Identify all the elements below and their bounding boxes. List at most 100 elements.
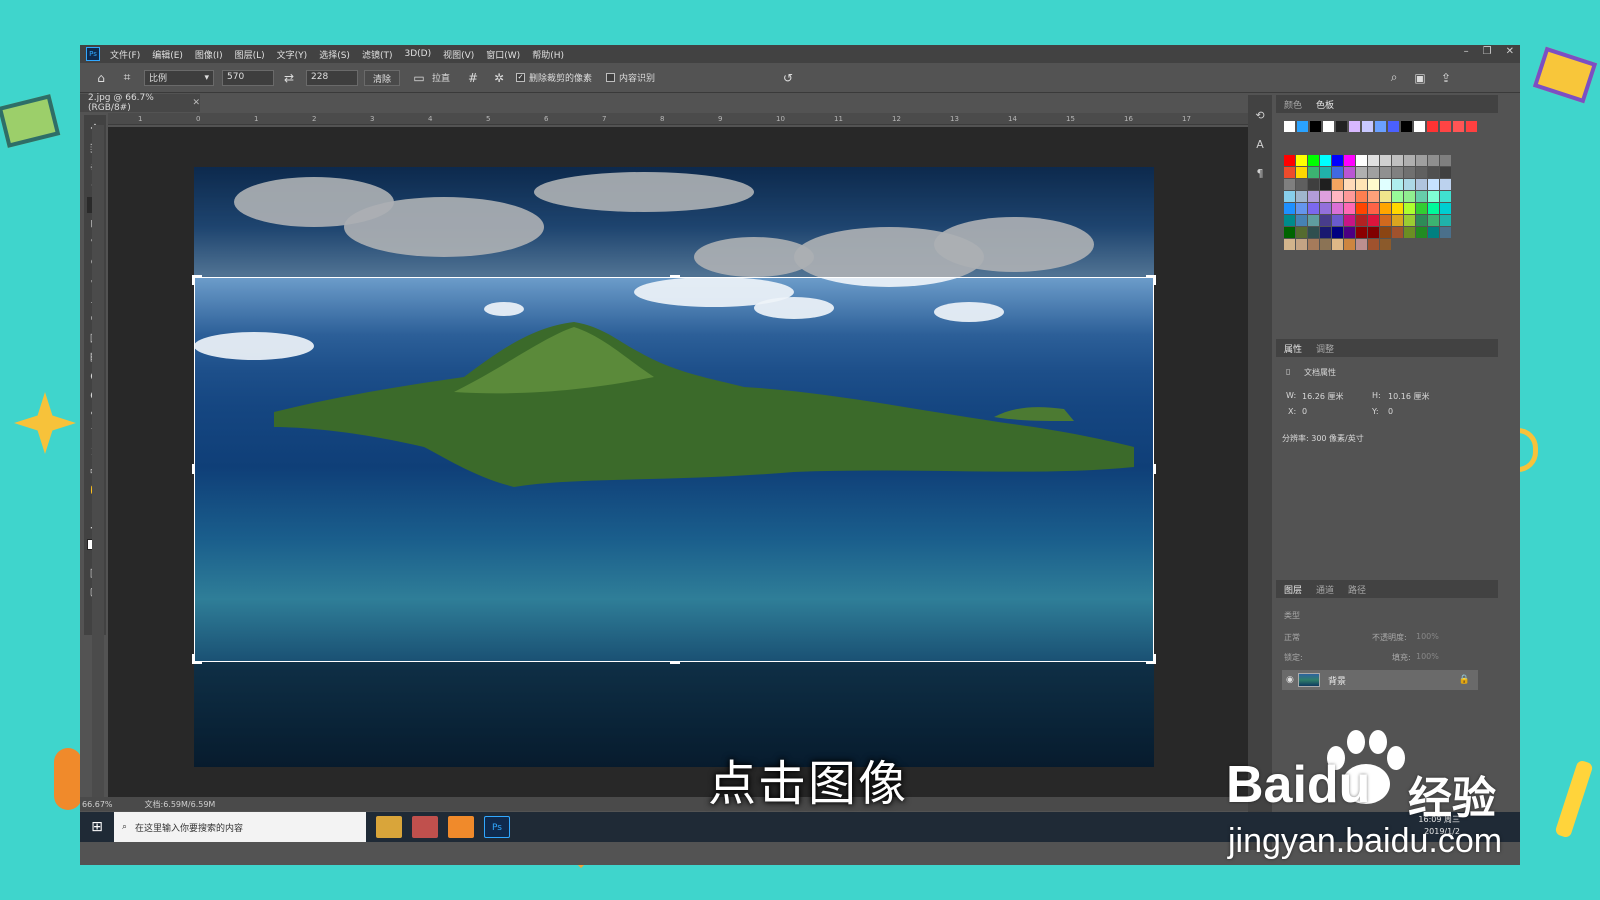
swatch[interactable] bbox=[1308, 215, 1319, 226]
swatch[interactable] bbox=[1284, 179, 1295, 190]
crop-handle-bottom-left[interactable] bbox=[192, 654, 202, 664]
swatch[interactable] bbox=[1440, 191, 1451, 202]
swatch[interactable] bbox=[1310, 121, 1321, 132]
swap-icon[interactable]: ⇄ bbox=[280, 71, 298, 85]
swatch[interactable] bbox=[1440, 121, 1451, 132]
swatch[interactable] bbox=[1428, 167, 1439, 178]
history-icon[interactable]: ⟲ bbox=[1255, 109, 1264, 122]
crop-tool-preset-icon[interactable]: ⌗ bbox=[118, 70, 136, 85]
blend-mode-select[interactable]: 正常 bbox=[1284, 632, 1300, 643]
menu-layer[interactable]: 图层(L) bbox=[235, 48, 265, 61]
menu-select[interactable]: 选择(S) bbox=[319, 48, 350, 61]
swatch[interactable] bbox=[1284, 239, 1295, 250]
swatch[interactable] bbox=[1368, 227, 1379, 238]
workspace-icon[interactable]: ▣ bbox=[1411, 71, 1429, 85]
crop-handle-bottom[interactable] bbox=[670, 661, 680, 664]
swatch[interactable] bbox=[1284, 121, 1295, 132]
swatch[interactable] bbox=[1416, 227, 1427, 238]
swatch[interactable] bbox=[1356, 215, 1367, 226]
swatch[interactable] bbox=[1427, 121, 1438, 132]
swatch[interactable] bbox=[1404, 191, 1415, 202]
swatch[interactable] bbox=[1344, 191, 1355, 202]
swatch[interactable] bbox=[1392, 179, 1403, 190]
swatch[interactable] bbox=[1356, 203, 1367, 214]
swatch[interactable] bbox=[1380, 191, 1391, 202]
menu-type[interactable]: 文字(Y) bbox=[277, 48, 308, 61]
document-tab[interactable]: 2.jpg @ 66.7%(RGB/8#) ✕ bbox=[80, 93, 200, 113]
zoom-level[interactable]: 66.67% bbox=[82, 800, 113, 809]
crop-height-input[interactable]: 228 bbox=[306, 69, 358, 86]
swatch[interactable] bbox=[1344, 239, 1355, 250]
reset-icon[interactable]: ↺ bbox=[779, 71, 797, 85]
crop-handle-left[interactable] bbox=[192, 464, 195, 474]
swatch[interactable] bbox=[1440, 155, 1451, 166]
swatch[interactable] bbox=[1428, 191, 1439, 202]
share-icon[interactable]: ⇪ bbox=[1437, 71, 1455, 85]
swatch[interactable] bbox=[1392, 227, 1403, 238]
swatch[interactable] bbox=[1428, 155, 1439, 166]
swatch[interactable] bbox=[1362, 121, 1373, 132]
swatch[interactable] bbox=[1404, 215, 1415, 226]
swatch[interactable] bbox=[1336, 121, 1347, 132]
swatch[interactable] bbox=[1296, 167, 1307, 178]
swatch[interactable] bbox=[1416, 179, 1427, 190]
swatch[interactable] bbox=[1380, 155, 1391, 166]
swatch[interactable] bbox=[1320, 215, 1331, 226]
ratio-select[interactable]: 比例 ▾ bbox=[144, 69, 214, 86]
grid-overlay-icon[interactable]: # bbox=[464, 71, 482, 85]
swatch[interactable] bbox=[1296, 203, 1307, 214]
swatch[interactable] bbox=[1368, 191, 1379, 202]
swatch[interactable] bbox=[1428, 179, 1439, 190]
menu-3d[interactable]: 3D(D) bbox=[404, 49, 431, 59]
swatch[interactable] bbox=[1440, 179, 1451, 190]
restore-icon[interactable]: ❐ bbox=[1483, 46, 1492, 57]
swatch[interactable] bbox=[1380, 179, 1391, 190]
minimize-icon[interactable]: – bbox=[1464, 46, 1469, 57]
menu-file[interactable]: 文件(F) bbox=[110, 48, 140, 61]
swatch[interactable] bbox=[1368, 239, 1379, 250]
close-icon[interactable]: ✕ bbox=[1506, 46, 1514, 57]
opacity-value[interactable]: 100% bbox=[1416, 632, 1439, 641]
menu-window[interactable]: 窗口(W) bbox=[486, 48, 520, 61]
swatch[interactable] bbox=[1296, 215, 1307, 226]
eye-icon[interactable]: ◉ bbox=[1286, 675, 1294, 685]
swatch[interactable] bbox=[1380, 215, 1391, 226]
swatch[interactable] bbox=[1320, 179, 1331, 190]
tab-color[interactable]: 颜色 bbox=[1284, 98, 1302, 111]
swatch[interactable] bbox=[1284, 167, 1295, 178]
swatch[interactable] bbox=[1440, 203, 1451, 214]
swatch[interactable] bbox=[1356, 239, 1367, 250]
swatch[interactable] bbox=[1296, 191, 1307, 202]
swatch[interactable] bbox=[1332, 203, 1343, 214]
swatch[interactable] bbox=[1440, 215, 1451, 226]
swatch[interactable] bbox=[1375, 121, 1386, 132]
swatch[interactable] bbox=[1356, 191, 1367, 202]
swatch[interactable] bbox=[1332, 155, 1343, 166]
swatch[interactable] bbox=[1344, 167, 1355, 178]
close-icon[interactable]: ✕ bbox=[192, 98, 200, 108]
search-icon[interactable]: ⌕ bbox=[1385, 70, 1403, 85]
swatch[interactable] bbox=[1404, 227, 1415, 238]
straighten-label[interactable]: 拉直 bbox=[432, 71, 450, 84]
paint-app-icon[interactable] bbox=[412, 816, 438, 838]
menu-edit[interactable]: 编辑(E) bbox=[152, 48, 183, 61]
swatch[interactable] bbox=[1344, 215, 1355, 226]
x-value[interactable]: 0 bbox=[1302, 407, 1307, 416]
swatch[interactable] bbox=[1368, 155, 1379, 166]
swatch[interactable] bbox=[1356, 167, 1367, 178]
swatch[interactable] bbox=[1416, 215, 1427, 226]
menu-help[interactable]: 帮助(H) bbox=[532, 48, 564, 61]
swatch[interactable] bbox=[1368, 203, 1379, 214]
file-explorer-icon[interactable] bbox=[376, 816, 402, 838]
swatch[interactable] bbox=[1404, 179, 1415, 190]
swatch[interactable] bbox=[1392, 215, 1403, 226]
swatch[interactable] bbox=[1308, 191, 1319, 202]
layer-filter-select[interactable]: 类型 bbox=[1284, 610, 1300, 621]
paragraph-icon[interactable]: ¶ bbox=[1257, 167, 1264, 180]
swatch[interactable] bbox=[1466, 121, 1477, 132]
swatch[interactable] bbox=[1392, 167, 1403, 178]
swatch[interactable] bbox=[1284, 203, 1295, 214]
swatch[interactable] bbox=[1320, 191, 1331, 202]
swatch[interactable] bbox=[1380, 167, 1391, 178]
swatch[interactable] bbox=[1392, 155, 1403, 166]
